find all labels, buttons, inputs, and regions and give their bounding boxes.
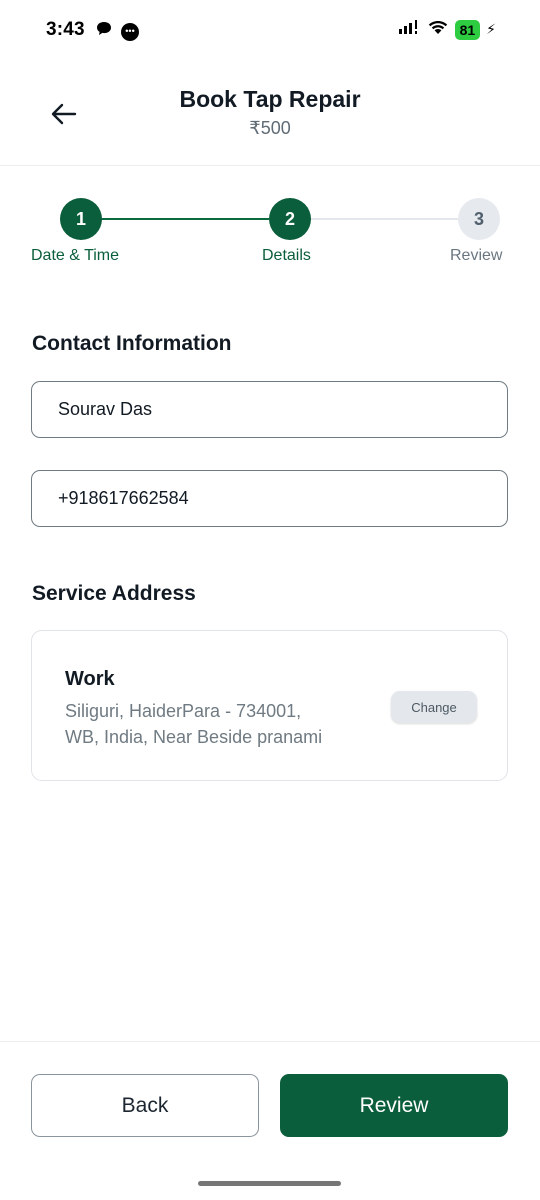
- stepper-line-completed: [101, 218, 269, 220]
- step-1-label: Date & Time: [31, 247, 120, 264]
- chat-bubble-icon: [95, 20, 113, 43]
- footer-divider: [0, 1041, 540, 1042]
- address-line-1: Siliguri, HaiderPara - 734001,: [65, 701, 302, 721]
- address-line-2: WB, India, Near Beside pranami: [65, 727, 323, 747]
- charging-bolt-icon: ⚡: [486, 21, 496, 37]
- status-time: 3:43: [46, 19, 85, 40]
- contact-info-heading: Contact Information: [32, 332, 232, 355]
- status-right-icons: 81 ⚡: [398, 19, 496, 40]
- step-3-label: Review: [450, 247, 503, 264]
- booking-stepper: 1 2 3 Date & Time Details Review: [0, 196, 540, 276]
- status-bar: 3:43 ••• 81 ⚡: [0, 0, 540, 62]
- step-2-circle: 2: [269, 198, 311, 240]
- home-indicator: [198, 1181, 341, 1186]
- phone-field[interactable]: [31, 470, 508, 527]
- step-3-circle: 3: [458, 198, 500, 240]
- change-address-button[interactable]: Change: [391, 691, 477, 723]
- signal-icon: [398, 19, 421, 40]
- step-2-label: Details: [262, 247, 311, 264]
- service-address-heading: Service Address: [32, 582, 196, 605]
- step-1-circle: 1: [60, 198, 102, 240]
- stepper-line-pending: [311, 218, 458, 220]
- wifi-icon: [427, 19, 449, 40]
- page-title: Book Tap Repair: [179, 86, 361, 112]
- service-price: ₹500: [249, 118, 291, 138]
- battery-indicator: 81: [454, 19, 481, 40]
- notification-icons: •••: [95, 20, 139, 43]
- message-icon: •••: [121, 22, 139, 41]
- name-field[interactable]: [31, 381, 508, 438]
- address-type: Work: [65, 668, 115, 690]
- back-button[interactable]: Back: [31, 1074, 259, 1137]
- address-card: Work Siliguri, HaiderPara - 734001, WB, …: [31, 630, 508, 781]
- review-button[interactable]: Review: [280, 1074, 508, 1137]
- app-header: Book Tap Repair ₹500: [0, 62, 540, 166]
